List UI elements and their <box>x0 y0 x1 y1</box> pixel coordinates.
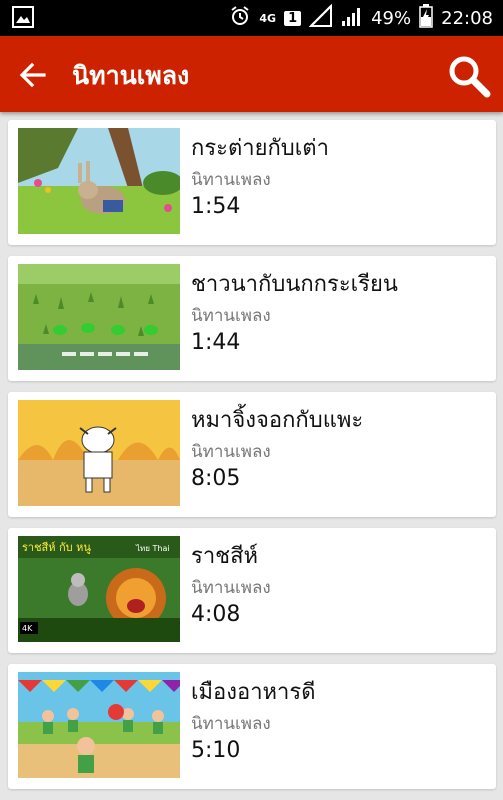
app-bar: นิทานเพลง <box>0 36 503 112</box>
video-channel: นิทานเพลง <box>191 442 271 462</box>
alarm-icon <box>229 5 251 32</box>
video-channel: นิทานเพลง <box>191 714 271 734</box>
video-item[interactable]: กระต่ายกับเต่า นิทานเพลง 1:54 <box>8 120 496 245</box>
video-title: กระต่ายกับเต่า <box>191 136 329 161</box>
sim-indicator: 1 <box>284 10 302 26</box>
thumbnail-quality-badge: 4K <box>22 624 33 633</box>
video-item[interactable]: ราชสีห์ กับ หนู ไทย Thai 4K ราชสีห์ นิทา… <box>8 528 496 653</box>
video-item[interactable]: เมืองอาหารดี นิทานเพลง 5:10 <box>8 664 496 789</box>
video-channel: นิทานเพลง <box>191 306 271 326</box>
image-notification-icon <box>12 6 34 32</box>
video-item[interactable]: หมาจิ้งจอกกับแพะ นิทานเพลง 8:05 <box>8 392 496 517</box>
video-title: หมาจิ้งจอกกับแพะ <box>191 408 364 433</box>
video-title: ราชสีห์ <box>191 544 259 569</box>
video-thumbnail <box>18 264 180 370</box>
page-title: นิทานเพลง <box>72 61 190 90</box>
thumbnail-banner-text: ราชสีห์ กับ หนู <box>22 541 91 554</box>
thumbnail-language-badge: ไทย Thai <box>135 544 170 553</box>
search-icon <box>449 56 491 98</box>
no-signal-icon <box>308 3 333 33</box>
video-thumbnail: ราชสีห์ กับ หนู ไทย Thai 4K <box>18 536 180 642</box>
video-thumbnail <box>18 400 180 506</box>
video-duration: 8:05 <box>191 466 241 491</box>
video-item[interactable]: ชาวนากับนกกระเรียน นิทานเพลง 1:44 <box>8 256 496 381</box>
battery-percentage: 49% <box>371 7 412 29</box>
status-bar: 4G 1 49% 22:08 <box>0 0 503 36</box>
video-title: ชาวนากับนกกระเรียน <box>191 272 398 297</box>
video-list: กระต่ายกับเต่า นิทานเพลง 1:54 ชาวนากับนก… <box>8 120 496 800</box>
video-duration: 1:44 <box>191 330 241 355</box>
video-channel: นิทานเพลง <box>191 170 271 190</box>
arrow-back-icon <box>19 62 46 88</box>
signal-icon <box>341 5 363 32</box>
video-title: เมืองอาหารดี <box>191 680 316 705</box>
video-duration: 5:10 <box>191 738 241 763</box>
clock: 22:08 <box>441 7 493 29</box>
search-button[interactable] <box>447 54 491 98</box>
back-button[interactable] <box>18 60 48 90</box>
network-type-label: 4G <box>259 11 277 25</box>
video-thumbnail <box>18 128 180 234</box>
video-thumbnail <box>18 672 180 778</box>
video-duration: 1:54 <box>191 194 241 219</box>
battery-charging-icon <box>419 3 433 33</box>
video-duration: 4:08 <box>191 602 241 627</box>
video-channel: นิทานเพลง <box>191 578 271 598</box>
